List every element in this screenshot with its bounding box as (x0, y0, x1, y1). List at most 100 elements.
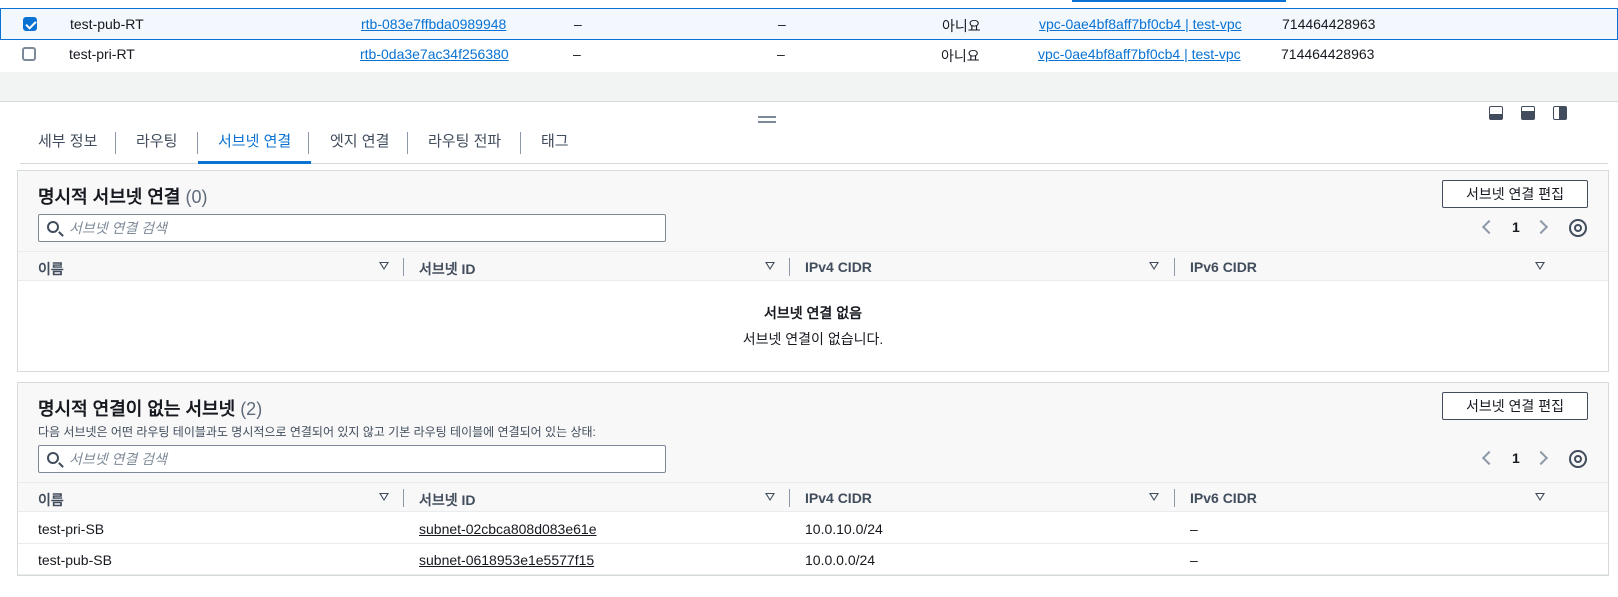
container-description: 다음 서브넷은 어떤 라우팅 테이블과도 명시적으로 연결되어 있지 않고 기본… (38, 425, 596, 439)
column-header-subnet-id[interactable]: 서브넷 ID (419, 259, 476, 279)
drag-handle-icon[interactable] (758, 116, 776, 124)
table-footer-area (0, 72, 1618, 102)
table-header: 이름 서브넷 ID IPv4 CIDR IPv6 CIDR (18, 251, 1608, 281)
vpc-link[interactable]: vpc-0ae4bf8aff7bf0cb4 | test-vpc (1039, 16, 1242, 32)
edit-subnet-associations-button[interactable]: 서브넷 연결 편집 (1442, 180, 1588, 208)
empty-state-description: 서브넷 연결이 없습니다. (742, 331, 884, 347)
column-divider[interactable] (403, 258, 404, 276)
route-table-list: test-pub-RT rtb-083e7ffbda0989948 – – 아니… (0, 0, 1618, 72)
tab-route-propagation[interactable]: 라우팅 전파 (428, 130, 501, 164)
explicit-subnet-value: – (574, 16, 582, 32)
split-panel: 세부 정보 라우팅 서브넷 연결 엣지 연결 라우팅 전파 태그 명시적 서브넷… (0, 102, 1618, 597)
tab-divider (520, 132, 521, 154)
checkbox-checked-icon[interactable] (23, 17, 37, 31)
ipv6-cidr: – (1190, 552, 1198, 568)
subnet-id-link[interactable]: subnet-02cbca808d083e61e (419, 521, 597, 537)
search-input[interactable] (69, 450, 649, 468)
main-value: 아니요 (942, 18, 981, 34)
page-number[interactable]: 1 (1512, 219, 1520, 235)
empty-state-title: 서브넷 연결 없음 (764, 305, 862, 321)
tab-tags[interactable]: 태그 (541, 130, 569, 164)
column-divider[interactable] (403, 489, 404, 507)
chevron-right-icon[interactable] (1533, 219, 1549, 235)
page-number[interactable]: 1 (1512, 450, 1520, 466)
pagination: 1 (1476, 219, 1588, 239)
search-field[interactable] (38, 214, 666, 242)
panel-middle-icon[interactable] (1521, 106, 1535, 120)
explicit-subnet-associations-container: 명시적 서브넷 연결 (0) 서브넷 연결 편집 1 이름 서브넷 ID IPv… (17, 170, 1609, 372)
column-header-ipv6[interactable]: IPv6 CIDR (1190, 259, 1257, 275)
route-table-name: test-pub-RT (70, 16, 144, 32)
tab-divider (308, 132, 309, 154)
column-header-name[interactable]: 이름 (38, 259, 64, 279)
subnet-name: test-pri-SB (38, 521, 105, 537)
container-title: 명시적 연결이 없는 서브넷 (2) (38, 395, 262, 421)
subnet-name: test-pub-SB (38, 552, 112, 568)
sort-icon[interactable] (379, 262, 389, 270)
tab-divider (115, 132, 116, 154)
tab-details[interactable]: 세부 정보 (38, 130, 97, 164)
subnet-id-link[interactable]: subnet-0618953e1e5577f15 (419, 552, 594, 568)
ipv6-cidr: – (1190, 521, 1198, 537)
ipv4-cidr: 10.0.0.0/24 (805, 552, 876, 568)
sort-icon[interactable] (765, 262, 775, 270)
column-header-ipv4[interactable]: IPv4 CIDR (805, 259, 872, 275)
route-table-id-link[interactable]: rtb-0da3e7ac34f256380 (360, 46, 509, 62)
tab-subnet-associations[interactable]: 서브넷 연결 (198, 130, 312, 164)
sort-icon[interactable] (379, 493, 389, 501)
column-divider[interactable] (1174, 489, 1175, 507)
pagination: 1 (1476, 450, 1588, 470)
tab-edge-associations[interactable]: 엣지 연결 (330, 130, 389, 164)
ipv4-cidr: 10.0.10.0/24 (805, 521, 883, 537)
count-text: (2) (240, 399, 263, 419)
owner-id: 714464428963 (1282, 16, 1376, 32)
container-title: 명시적 서브넷 연결 (0) (38, 183, 208, 209)
column-divider[interactable] (1174, 258, 1175, 276)
sort-icon[interactable] (765, 493, 775, 501)
count-text: (0) (185, 187, 208, 207)
search-field[interactable] (38, 445, 666, 473)
column-header-ipv4[interactable]: IPv4 CIDR (805, 490, 872, 506)
gear-icon[interactable] (1569, 219, 1587, 237)
scroll-indicator (1072, 0, 1286, 2)
title-text: 명시적 서브넷 연결 (38, 187, 181, 207)
sort-icon[interactable] (1535, 262, 1545, 270)
table-row[interactable]: test-pri-SB subnet-02cbca808d083e61e 10.… (18, 513, 1608, 544)
search-icon (47, 221, 59, 233)
explicit-subnet-value: – (573, 46, 581, 62)
panel-side-icon[interactable] (1553, 106, 1567, 120)
search-input[interactable] (69, 219, 649, 237)
chevron-right-icon[interactable] (1533, 450, 1549, 466)
table-row[interactable]: test-pri-RT rtb-0da3e7ac34f256380 – – 아니… (0, 39, 1618, 71)
column-divider[interactable] (789, 258, 790, 276)
column-header-ipv6[interactable]: IPv6 CIDR (1190, 490, 1257, 506)
vpc-link[interactable]: vpc-0ae4bf8aff7bf0cb4 | test-vpc (1038, 46, 1241, 62)
tab-divider (407, 132, 408, 154)
column-divider[interactable] (789, 489, 790, 507)
checkbox-icon[interactable] (22, 47, 36, 61)
tab-bar: 세부 정보 라우팅 서브넷 연결 엣지 연결 라우팅 전파 태그 (20, 128, 1608, 164)
table-header: 이름 서브넷 ID IPv4 CIDR IPv6 CIDR (18, 482, 1608, 512)
gear-icon[interactable] (1569, 450, 1587, 468)
route-table-id-link[interactable]: rtb-083e7ffbda0989948 (361, 16, 506, 32)
column-header-subnet-id[interactable]: 서브넷 ID (419, 490, 476, 510)
main-value: 아니요 (941, 48, 980, 64)
table-row[interactable]: test-pub-RT rtb-083e7ffbda0989948 – – 아니… (0, 8, 1618, 40)
edit-subnet-associations-button[interactable]: 서브넷 연결 편집 (1442, 392, 1588, 420)
search-icon (47, 452, 59, 464)
implicit-subnets-container: 명시적 연결이 없는 서브넷 (2) 다음 서브넷은 어떤 라우팅 테이블과도 … (17, 382, 1609, 576)
edge-assoc-value: – (778, 16, 786, 32)
column-header-name[interactable]: 이름 (38, 490, 64, 510)
chevron-left-icon[interactable] (1481, 450, 1497, 466)
sort-icon[interactable] (1535, 493, 1545, 501)
sort-icon[interactable] (1149, 262, 1159, 270)
table-row[interactable]: test-pub-SB subnet-0618953e1e5577f15 10.… (18, 544, 1608, 575)
edge-assoc-value: – (777, 46, 785, 62)
panel-bottom-icon[interactable] (1489, 106, 1503, 120)
sort-icon[interactable] (1149, 493, 1159, 501)
title-text: 명시적 연결이 없는 서브넷 (38, 399, 236, 419)
owner-id: 714464428963 (1281, 46, 1375, 62)
tab-routes[interactable]: 라우팅 (136, 130, 177, 164)
route-table-name: test-pri-RT (69, 46, 135, 62)
chevron-left-icon[interactable] (1481, 219, 1497, 235)
